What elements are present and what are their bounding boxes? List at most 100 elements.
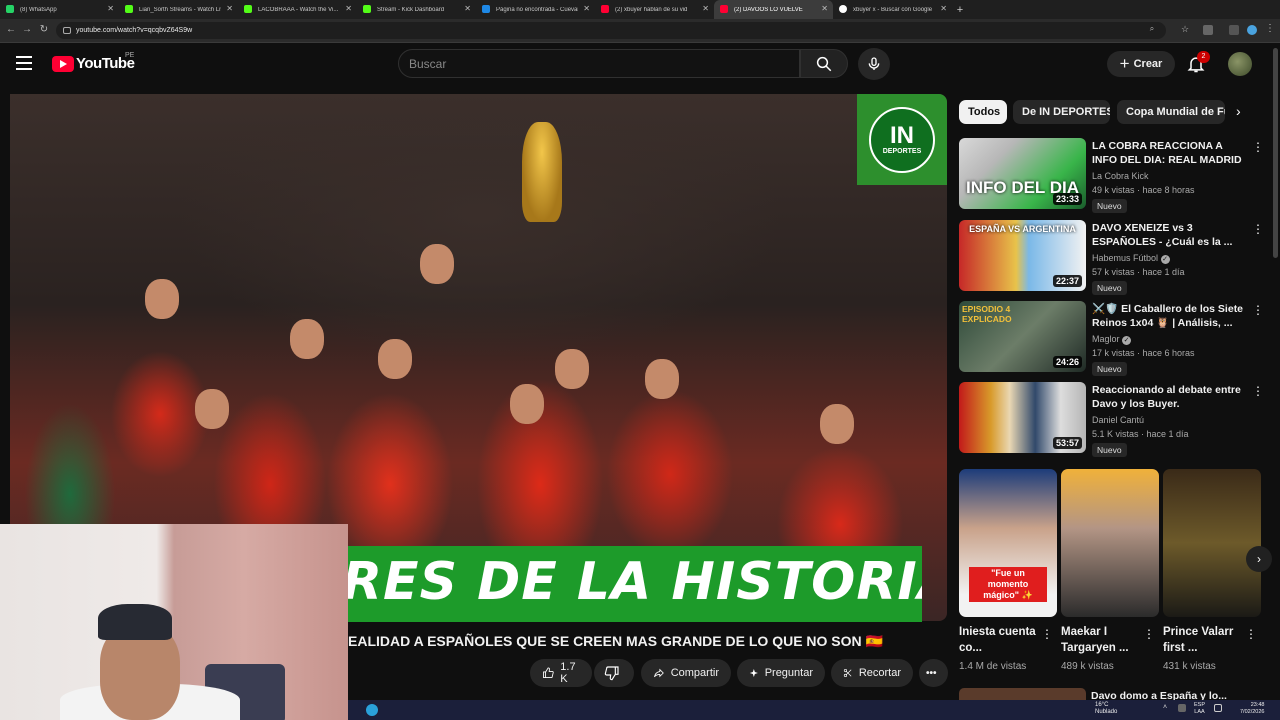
- more-options-icon[interactable]: ⋮: [1143, 627, 1155, 641]
- browser-tab[interactable]: Lian_Sorth Streams - Watch Live ✕: [119, 0, 238, 19]
- recommended-title[interactable]: DAVO XENEIZE vs 3 ESPAÑOLES - ¿Cuál es l…: [1092, 221, 1250, 249]
- new-badge: Nuevo: [1092, 443, 1127, 457]
- user-avatar[interactable]: [1228, 52, 1252, 76]
- close-tab-icon[interactable]: ✕: [345, 4, 352, 13]
- recommended-title[interactable]: LA COBRA REACCIONA A INFO DEL DIA: REAL …: [1092, 139, 1250, 167]
- short-thumbnail[interactable]: [1061, 469, 1159, 617]
- recommended-title[interactable]: ⚔️🛡️ El Caballero de los Siete Reinos 1x…: [1092, 302, 1250, 330]
- more-options-icon[interactable]: ⋮: [1252, 140, 1264, 154]
- player-face: [420, 244, 454, 284]
- voice-search-button[interactable]: [858, 48, 890, 80]
- bookmark-star-icon[interactable]: ☆: [1178, 22, 1192, 36]
- extensions-icon[interactable]: [1203, 25, 1213, 35]
- back-arrow-icon[interactable]: ←: [4, 23, 18, 37]
- close-tab-icon[interactable]: ✕: [226, 4, 233, 13]
- chip-world-cup[interactable]: Copa Mundial de Fútbol: [1117, 100, 1225, 124]
- page-scrollbar[interactable]: [1273, 48, 1278, 258]
- browser-menu-icon[interactable]: ⋮: [1263, 22, 1277, 36]
- close-tab-icon[interactable]: ✕: [464, 4, 471, 13]
- video-thumbnail[interactable]: [959, 688, 1086, 700]
- favicon-icon: [6, 5, 14, 13]
- tray-app-icon[interactable]: [1178, 704, 1186, 712]
- more-options-icon[interactable]: ⋮: [1252, 303, 1264, 317]
- chip-all[interactable]: Todos: [959, 100, 1007, 124]
- favicon-icon: [363, 5, 371, 13]
- forward-arrow-icon[interactable]: →: [20, 23, 34, 37]
- more-options-icon[interactable]: ⋮: [1245, 627, 1257, 641]
- video-thumbnail[interactable]: INFO DEL DIA 23:33: [959, 138, 1086, 209]
- chevron-right-icon[interactable]: ›: [1236, 103, 1241, 119]
- short-title[interactable]: Iniesta cuenta co...: [959, 624, 1039, 656]
- video-thumbnail[interactable]: 53:57: [959, 382, 1086, 453]
- player-face: [645, 359, 679, 399]
- tray-chevron-icon[interactable]: ˄: [1163, 704, 1167, 711]
- dislike-button[interactable]: [594, 659, 634, 687]
- favicon-icon: [839, 5, 847, 13]
- clip-button[interactable]: Recortar: [831, 659, 913, 687]
- clock[interactable]: 23:48 7/02/2026: [1240, 702, 1264, 716]
- downloads-icon[interactable]: [1229, 25, 1239, 35]
- more-options-icon[interactable]: ⋮: [1252, 222, 1264, 236]
- network-icon[interactable]: [1214, 704, 1222, 712]
- more-actions-button[interactable]: •••: [919, 659, 948, 687]
- close-tab-icon[interactable]: ✕: [821, 4, 828, 13]
- hamburger-menu-icon[interactable]: [16, 56, 32, 70]
- video-thumbnail[interactable]: EPISODIO 4 EXPLICADO 24:26: [959, 301, 1086, 372]
- short-thumbnail[interactable]: [1163, 469, 1261, 617]
- like-button[interactable]: 1.7 K: [530, 659, 592, 687]
- zoom-icon[interactable]: ⌕: [1145, 22, 1159, 36]
- search-button[interactable]: [800, 49, 848, 78]
- ask-button[interactable]: Preguntar: [737, 659, 825, 687]
- recommended-video[interactable]: ESPAÑA VS ARGENTINA 22:37 DAVO XENEIZE v…: [959, 220, 1269, 296]
- microphone-icon: [868, 57, 880, 70]
- shorts-next-arrow-icon[interactable]: ›: [1246, 546, 1272, 572]
- close-tab-icon[interactable]: ✕: [702, 4, 709, 13]
- short-thumbnail[interactable]: "Fue un momento mágico" ✨: [959, 469, 1057, 617]
- player-face: [378, 339, 412, 379]
- create-button[interactable]: + Crear: [1107, 51, 1175, 77]
- weather-widget[interactable]: 16°C Nublado: [1083, 702, 1117, 716]
- player-face: [510, 384, 544, 424]
- language-indicator[interactable]: ESP LAA: [1194, 702, 1205, 716]
- browser-tab[interactable]: xbuyer x - Buscar con Google ✕: [833, 0, 952, 19]
- search-input[interactable]: [398, 49, 800, 78]
- youtube-logo-icon[interactable]: [52, 56, 74, 72]
- close-tab-icon[interactable]: ✕: [107, 4, 114, 13]
- channel-name[interactable]: Daniel Cantú: [1092, 415, 1144, 425]
- channel-watermark-logo: IN DEPORTES: [857, 94, 947, 185]
- sparkle-icon: [749, 668, 758, 678]
- channel-name[interactable]: Habemus Fútbol ✓: [1092, 253, 1170, 264]
- url-field[interactable]: youtube.com/watch?v=qcqbvZ64S9w: [56, 22, 1166, 39]
- recommended-title[interactable]: Reaccionando al debate entre Davo y los …: [1092, 383, 1250, 411]
- telegram-icon[interactable]: [366, 704, 378, 716]
- browser-tab[interactable]: Página no encontrada - Cuevana ✕: [476, 0, 595, 19]
- site-info-icon[interactable]: [63, 27, 71, 34]
- more-options-icon[interactable]: ⋮: [1041, 627, 1053, 641]
- browser-tab[interactable]: (2) xbuyer hablan de su vid ✕: [595, 0, 714, 19]
- chip-channel[interactable]: De IN DEPORTES: [1013, 100, 1110, 124]
- video-thumbnail[interactable]: ESPAÑA VS ARGENTINA 22:37: [959, 220, 1086, 291]
- duration-badge: 53:57: [1052, 437, 1082, 449]
- reload-icon[interactable]: ↻: [37, 23, 51, 37]
- browser-tab[interactable]: Stream - Kick Dashboard ✕: [357, 0, 476, 19]
- short-title[interactable]: Prince Valarr first ...: [1163, 624, 1243, 656]
- share-button[interactable]: Compartir: [641, 659, 731, 687]
- recommended-video[interactable]: INFO DEL DIA 23:33 LA COBRA REACCIONA A …: [959, 138, 1269, 214]
- recommended-video[interactable]: 53:57 Reaccionando al debate entre Davo …: [959, 382, 1269, 458]
- close-tab-icon[interactable]: ✕: [583, 4, 590, 13]
- favicon-icon: [601, 5, 609, 13]
- profile-icon[interactable]: [1247, 25, 1257, 35]
- short-title[interactable]: Maekar I Targaryen ...: [1061, 624, 1141, 656]
- browser-tab[interactable]: (8) WhatsApp ✕: [0, 0, 119, 19]
- new-badge: Nuevo: [1092, 281, 1127, 295]
- channel-name[interactable]: La Cobra Kick: [1092, 171, 1149, 181]
- close-tab-icon[interactable]: ✕: [940, 4, 947, 13]
- browser-tab[interactable]: LACOBRAAA - Watch the Vi... ✕: [238, 0, 357, 19]
- recommended-video[interactable]: EPISODIO 4 EXPLICADO 24:26 ⚔️🛡️ El Cabal…: [959, 301, 1269, 377]
- short-views: 489 k vistas: [1061, 661, 1114, 672]
- new-tab-button[interactable]: +: [952, 4, 968, 16]
- browser-tab-active[interactable]: (2) DAVOOS LO VUELVE ✕: [714, 0, 833, 19]
- more-options-icon[interactable]: ⋮: [1252, 384, 1264, 398]
- channel-name[interactable]: Maglor ✓: [1092, 334, 1132, 345]
- video-banner: RES DE LA HISTORIA: [348, 546, 922, 622]
